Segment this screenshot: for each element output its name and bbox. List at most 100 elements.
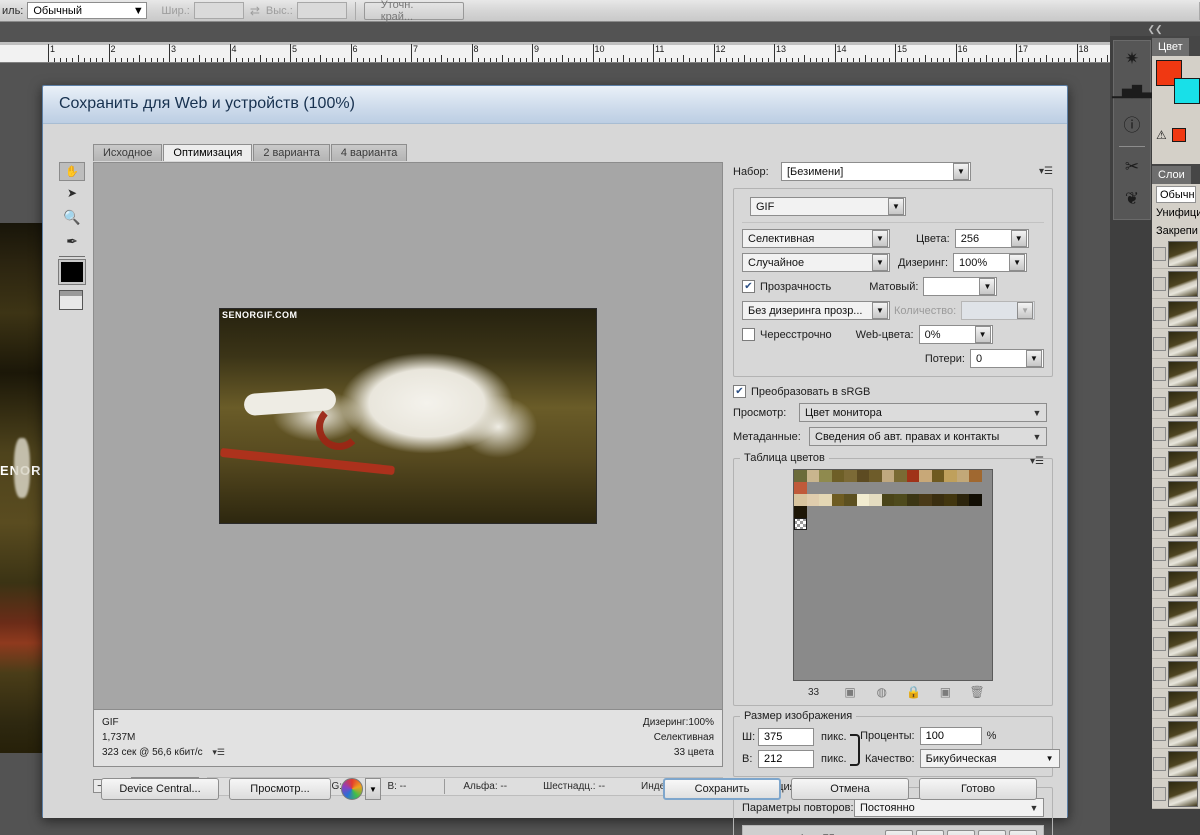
color-swatch[interactable] bbox=[794, 470, 807, 482]
layer-visibility-icon[interactable] bbox=[1153, 697, 1166, 711]
layer-visibility-icon[interactable] bbox=[1153, 367, 1166, 381]
hand-tool[interactable]: ✋ bbox=[59, 162, 85, 181]
layer-visibility-icon[interactable] bbox=[1153, 397, 1166, 411]
color-swatch[interactable] bbox=[969, 470, 982, 482]
panel-menu-icon[interactable]: ▾☰ bbox=[1039, 166, 1053, 177]
optimized-image-preview[interactable]: SENORGIF.COM bbox=[219, 308, 597, 524]
layer-visibility-icon[interactable] bbox=[1153, 547, 1166, 561]
layer-visibility-icon[interactable] bbox=[1153, 577, 1166, 591]
cancel-button[interactable]: Отмена bbox=[791, 778, 909, 800]
histogram-icon[interactable]: ▁▅▇▃ bbox=[1119, 79, 1145, 103]
layer-visibility-icon[interactable] bbox=[1153, 277, 1166, 291]
device-central-button[interactable]: Device Central... bbox=[101, 778, 219, 800]
chevron-down-icon[interactable]: ▼ bbox=[365, 778, 381, 800]
color-swatch[interactable] bbox=[957, 494, 970, 506]
colors-select[interactable]: 256 ▼ bbox=[955, 229, 1029, 248]
color-swatch[interactable] bbox=[832, 470, 845, 482]
color-swatch[interactable] bbox=[944, 494, 957, 506]
layer-row[interactable] bbox=[1152, 539, 1200, 569]
width-input[interactable] bbox=[194, 2, 244, 19]
layer-row[interactable] bbox=[1152, 239, 1200, 269]
layer-visibility-icon[interactable] bbox=[1153, 517, 1166, 531]
srgb-checkbox[interactable]: ✔ bbox=[733, 385, 746, 398]
zoom-tool[interactable]: 🔍 bbox=[59, 205, 85, 229]
file-format-select[interactable]: GIF ▼ bbox=[750, 197, 906, 216]
preset-select[interactable]: [Безимени] ▼ bbox=[781, 162, 971, 181]
color-swatch[interactable] bbox=[857, 470, 870, 482]
percent-input[interactable]: 100 bbox=[920, 727, 982, 745]
color-swatch[interactable] bbox=[932, 494, 945, 506]
color-swatch[interactable] bbox=[844, 494, 857, 506]
color-swatch[interactable] bbox=[907, 494, 920, 506]
layer-visibility-icon[interactable] bbox=[1153, 637, 1166, 651]
layer-visibility-icon[interactable] bbox=[1153, 307, 1166, 321]
quality-select[interactable]: Бикубическая ▼ bbox=[920, 749, 1060, 768]
layer-visibility-icon[interactable] bbox=[1153, 727, 1166, 741]
layer-row[interactable] bbox=[1152, 359, 1200, 389]
next-frame-button[interactable]: |▶ bbox=[978, 830, 1006, 835]
preview-select[interactable]: Цвет монитора ▼ bbox=[799, 403, 1047, 422]
preview-canvas[interactable]: SENORGIF.COM bbox=[94, 163, 722, 708]
color-swatch[interactable] bbox=[882, 470, 895, 482]
color-table-grid[interactable] bbox=[793, 469, 993, 681]
layer-visibility-icon[interactable] bbox=[1153, 607, 1166, 621]
layer-visibility-icon[interactable] bbox=[1153, 457, 1166, 471]
eyedropper-color-swatch[interactable] bbox=[59, 260, 85, 284]
layers-list[interactable] bbox=[1152, 239, 1200, 809]
color-swatch[interactable] bbox=[807, 494, 820, 506]
transparency-swatch[interactable] bbox=[794, 518, 807, 530]
layer-row[interactable] bbox=[1152, 509, 1200, 539]
layer-visibility-icon[interactable] bbox=[1153, 337, 1166, 351]
layer-visibility-icon[interactable] bbox=[1153, 427, 1166, 441]
refine-edge-button[interactable]: Уточн. край... bbox=[364, 2, 464, 20]
browser-preview-icon[interactable] bbox=[341, 778, 363, 800]
img-height-input[interactable]: 212 bbox=[758, 750, 814, 768]
delete-color-icon[interactable]: 🗑 bbox=[961, 685, 993, 699]
tab-color[interactable]: Цвет bbox=[1152, 38, 1189, 56]
interlaced-checkbox[interactable] bbox=[742, 328, 755, 341]
color-swatch[interactable] bbox=[869, 470, 882, 482]
color-swatch[interactable] bbox=[819, 494, 832, 506]
layer-row[interactable] bbox=[1152, 299, 1200, 329]
matte-select[interactable]: ▼ bbox=[923, 277, 997, 296]
layer-row[interactable] bbox=[1152, 269, 1200, 299]
slice-select-tool[interactable]: ➤ bbox=[59, 181, 85, 205]
layer-visibility-icon[interactable] bbox=[1153, 757, 1166, 771]
last-frame-button[interactable]: ▶▶ bbox=[1009, 830, 1037, 835]
layer-row[interactable] bbox=[1152, 569, 1200, 599]
color-swatch[interactable] bbox=[932, 470, 945, 482]
tab-0[interactable]: Исходное bbox=[93, 144, 162, 161]
web-shift-icon[interactable]: ▣ bbox=[834, 685, 866, 699]
layer-row[interactable] bbox=[1152, 329, 1200, 359]
layer-visibility-icon[interactable] bbox=[1153, 487, 1166, 501]
layer-row[interactable] bbox=[1152, 479, 1200, 509]
blend-mode-select[interactable]: Обычн bbox=[1156, 186, 1196, 203]
layer-row[interactable] bbox=[1152, 779, 1200, 809]
previous-frame-button[interactable]: ◀| bbox=[916, 830, 944, 835]
layer-row[interactable] bbox=[1152, 599, 1200, 629]
navigator-icon[interactable]: ✷ bbox=[1119, 47, 1145, 71]
color-swatch[interactable] bbox=[869, 494, 882, 506]
layer-row[interactable] bbox=[1152, 719, 1200, 749]
color-swatch[interactable] bbox=[857, 494, 870, 506]
height-input[interactable] bbox=[297, 2, 347, 19]
collapse-panels-icon[interactable]: ❮❮ bbox=[1110, 22, 1200, 36]
play-button[interactable]: ▶ bbox=[947, 830, 975, 835]
color-swatch[interactable] bbox=[794, 494, 807, 506]
color-swatch[interactable] bbox=[794, 482, 807, 494]
info-icon[interactable]: ⓘ bbox=[1119, 111, 1145, 136]
transparency-checkbox[interactable]: ✔ bbox=[742, 280, 755, 293]
color-swatch[interactable] bbox=[919, 470, 932, 482]
color-swatch[interactable] bbox=[957, 470, 970, 482]
actions-icon[interactable]: ❦ bbox=[1119, 187, 1145, 211]
color-swatch[interactable] bbox=[832, 494, 845, 506]
tab-layers[interactable]: Слои bbox=[1152, 166, 1191, 184]
panel-menu-icon[interactable]: ▾☰ bbox=[1030, 456, 1044, 467]
gamut-swatch[interactable] bbox=[1172, 128, 1186, 142]
color-swatch[interactable] bbox=[844, 470, 857, 482]
metadata-select[interactable]: Сведения об авт. правах и контакты ▼ bbox=[809, 427, 1047, 446]
tools-presets-icon[interactable]: ✂ bbox=[1119, 155, 1145, 179]
layer-row[interactable] bbox=[1152, 689, 1200, 719]
web-snap-select[interactable]: 0% ▼ bbox=[919, 325, 993, 344]
new-color-icon[interactable]: ▣ bbox=[929, 685, 961, 699]
